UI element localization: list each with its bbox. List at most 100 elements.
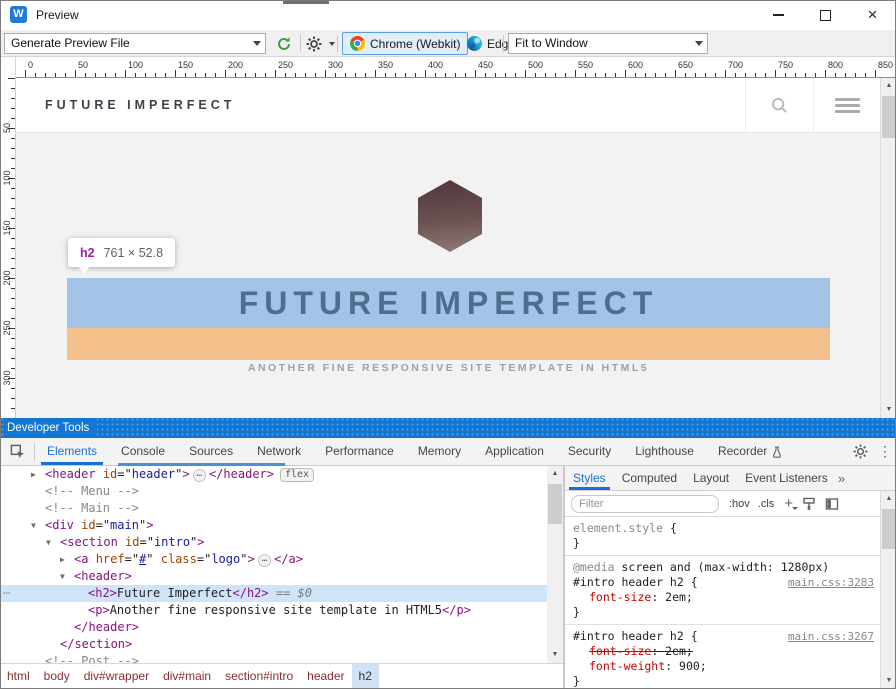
css-line[interactable]: font-weight: 900; xyxy=(571,659,874,674)
expand-arrow-open-icon[interactable]: ▼ xyxy=(60,568,65,585)
dom-node-text: <section id="intro"> xyxy=(0,534,563,551)
css-line[interactable]: } xyxy=(571,605,874,620)
devtools-tab-performance[interactable]: Performance xyxy=(313,438,406,465)
close-button[interactable]: × xyxy=(849,0,896,30)
toggle-sidebar-button[interactable] xyxy=(825,497,839,511)
scroll-up-icon[interactable]: ▲ xyxy=(881,491,896,507)
expand-arrow-closed-icon[interactable]: ▶ xyxy=(60,551,65,568)
css-line[interactable]: element.style { xyxy=(571,521,874,536)
scrollbar-thumb[interactable] xyxy=(882,96,896,138)
ruler-tick xyxy=(45,73,46,77)
breadcrumb-item-h2[interactable]: h2 xyxy=(352,664,379,689)
dom-tree-row[interactable]: <p>Another fine responsive site template… xyxy=(0,602,563,619)
generate-preview-combo[interactable]: Generate Preview File xyxy=(4,33,266,54)
devtools-tab-security[interactable]: Security xyxy=(556,438,623,465)
devtools-tab-lighthouse[interactable]: Lighthouse xyxy=(623,438,706,465)
preview-scrollbar[interactable]: ▲ ▼ xyxy=(880,78,896,418)
site-menu-button[interactable] xyxy=(813,78,880,133)
minimize-button[interactable] xyxy=(755,0,802,30)
expand-arrow-closed-icon[interactable]: ▶ xyxy=(31,466,36,483)
expand-arrow-open-icon[interactable]: ▼ xyxy=(46,534,51,551)
css-source-link[interactable]: main.css:3267 xyxy=(788,629,874,644)
devtools-settings-button[interactable] xyxy=(846,438,874,465)
refresh-button[interactable] xyxy=(272,33,296,54)
ruler-tick xyxy=(485,73,486,77)
scrollbar-thumb[interactable] xyxy=(882,509,896,549)
ruler-tick xyxy=(275,70,276,77)
dom-node-text: <!-- Menu --> xyxy=(0,483,563,500)
sidebar-tab-layout[interactable]: Layout xyxy=(685,466,737,490)
sidebar-tab-event-listeners[interactable]: Event Listeners xyxy=(737,466,836,490)
breadcrumb-item-body[interactable]: body xyxy=(37,664,77,689)
zoom-combo[interactable]: Fit to Window xyxy=(508,33,708,54)
scroll-down-icon[interactable]: ▼ xyxy=(881,673,896,689)
tab-label: Network xyxy=(257,438,301,465)
dom-tree-row[interactable]: ▶<a href="#" class="logo">…</a> xyxy=(0,551,563,568)
devtools-title-bar[interactable]: Developer Tools xyxy=(0,418,896,438)
site-subtitle: ANOTHER FINE RESPONSIVE SITE TEMPLATE IN… xyxy=(67,362,830,374)
ruler-tick xyxy=(575,70,576,77)
breadcrumb-item-html[interactable]: html xyxy=(0,664,37,689)
dom-tree-row[interactable]: ▶<header id="header">…</header>flex xyxy=(0,466,563,483)
sidebar-tab-computed[interactable]: Computed xyxy=(614,466,685,490)
new-style-rule-button[interactable]: + xyxy=(784,497,793,511)
dom-tree-row[interactable]: <!-- Post --> xyxy=(0,653,563,663)
breadcrumb-item-section-intro[interactable]: section#intro xyxy=(218,664,300,689)
row-options-icon[interactable]: ⋯ xyxy=(3,585,10,602)
dom-tree-row[interactable]: </section> xyxy=(0,636,563,653)
css-line[interactable]: font-size: 2em; xyxy=(571,590,874,605)
devtools-tab-sources[interactable]: Sources xyxy=(177,438,245,465)
devtools-tab-console[interactable]: Console xyxy=(109,438,177,465)
rendering-emulation-button[interactable] xyxy=(802,497,816,511)
dom-tree-scrollbar[interactable]: ▲ ▼ xyxy=(547,466,563,663)
inspect-element-button[interactable] xyxy=(0,438,34,465)
maximize-button[interactable] xyxy=(802,0,849,30)
styles-rules-list: element.style {} @media screen and (max-w… xyxy=(565,517,880,689)
dom-tree-row[interactable]: ▼<section id="intro"> xyxy=(0,534,563,551)
devtools-tab-recorder[interactable]: Recorder xyxy=(706,438,795,465)
site-search-button[interactable] xyxy=(745,78,812,133)
devtools-tab-elements[interactable]: Elements xyxy=(35,438,109,465)
css-line[interactable]: font-size: 2em; xyxy=(571,644,874,659)
settings-button[interactable] xyxy=(305,33,335,54)
breadcrumb-item-header[interactable]: header xyxy=(300,664,351,689)
ruler-tick xyxy=(125,70,126,77)
breadcrumb-item-div-main[interactable]: div#main xyxy=(156,664,218,689)
pseudo-state-toggle[interactable]: :hov xyxy=(729,498,750,510)
scrollbar-thumb[interactable] xyxy=(548,484,562,524)
ruler-tick xyxy=(11,218,15,219)
css-line[interactable]: } xyxy=(571,536,874,551)
expand-arrow-open-icon[interactable]: ▼ xyxy=(31,517,36,534)
ruler-label: 150 xyxy=(178,60,193,70)
dom-tree-row[interactable]: ▼<header> xyxy=(0,568,563,585)
scroll-up-icon[interactable]: ▲ xyxy=(881,78,896,94)
css-line[interactable]: main.css:3267#intro header h2 { xyxy=(571,629,874,644)
scroll-down-icon[interactable]: ▼ xyxy=(547,647,563,663)
dom-tree-row[interactable]: <!-- Main --> xyxy=(0,500,563,517)
ruler-tick xyxy=(295,73,296,77)
css-line[interactable]: } xyxy=(571,674,874,689)
devtools-tab-network[interactable]: Network xyxy=(245,438,313,465)
scroll-down-icon[interactable]: ▼ xyxy=(881,402,896,418)
styles-filter-input[interactable] xyxy=(571,495,719,513)
site-hexagon-logo[interactable] xyxy=(418,180,482,252)
scroll-up-icon[interactable]: ▲ xyxy=(547,466,563,482)
css-line[interactable]: @media screen and (max-width: 1280px) xyxy=(571,560,874,575)
breadcrumb-item-div-wrapper[interactable]: div#wrapper xyxy=(77,664,156,689)
styles-scrollbar[interactable]: ▲ ▼ xyxy=(880,491,896,689)
chrome-webkit-button[interactable]: Chrome (Webkit) xyxy=(342,32,468,55)
site-logo[interactable]: FUTURE IMPERFECT xyxy=(45,78,235,133)
css-line[interactable]: main.css:3283#intro header h2 { xyxy=(571,575,874,590)
devtools-more-options-button[interactable]: ⋮ xyxy=(874,438,896,465)
more-tabs-icon[interactable]: » xyxy=(838,471,845,486)
dom-tree-row[interactable]: ⋯<h2>Future Imperfect</h2> == $0 xyxy=(0,585,563,602)
devtools-tab-memory[interactable]: Memory xyxy=(406,438,473,465)
dom-tree-row[interactable]: <!-- Menu --> xyxy=(0,483,563,500)
dom-tree-row[interactable]: ▼<div id="main"> xyxy=(0,517,563,534)
sidebar-tab-styles[interactable]: Styles xyxy=(565,466,614,490)
title-bar[interactable]: W Preview × xyxy=(0,0,896,30)
element-classes-toggle[interactable]: .cls xyxy=(758,498,775,510)
devtools-tab-application[interactable]: Application xyxy=(473,438,556,465)
css-source-link[interactable]: main.css:3283 xyxy=(788,575,874,590)
dom-tree-row[interactable]: </header> xyxy=(0,619,563,636)
